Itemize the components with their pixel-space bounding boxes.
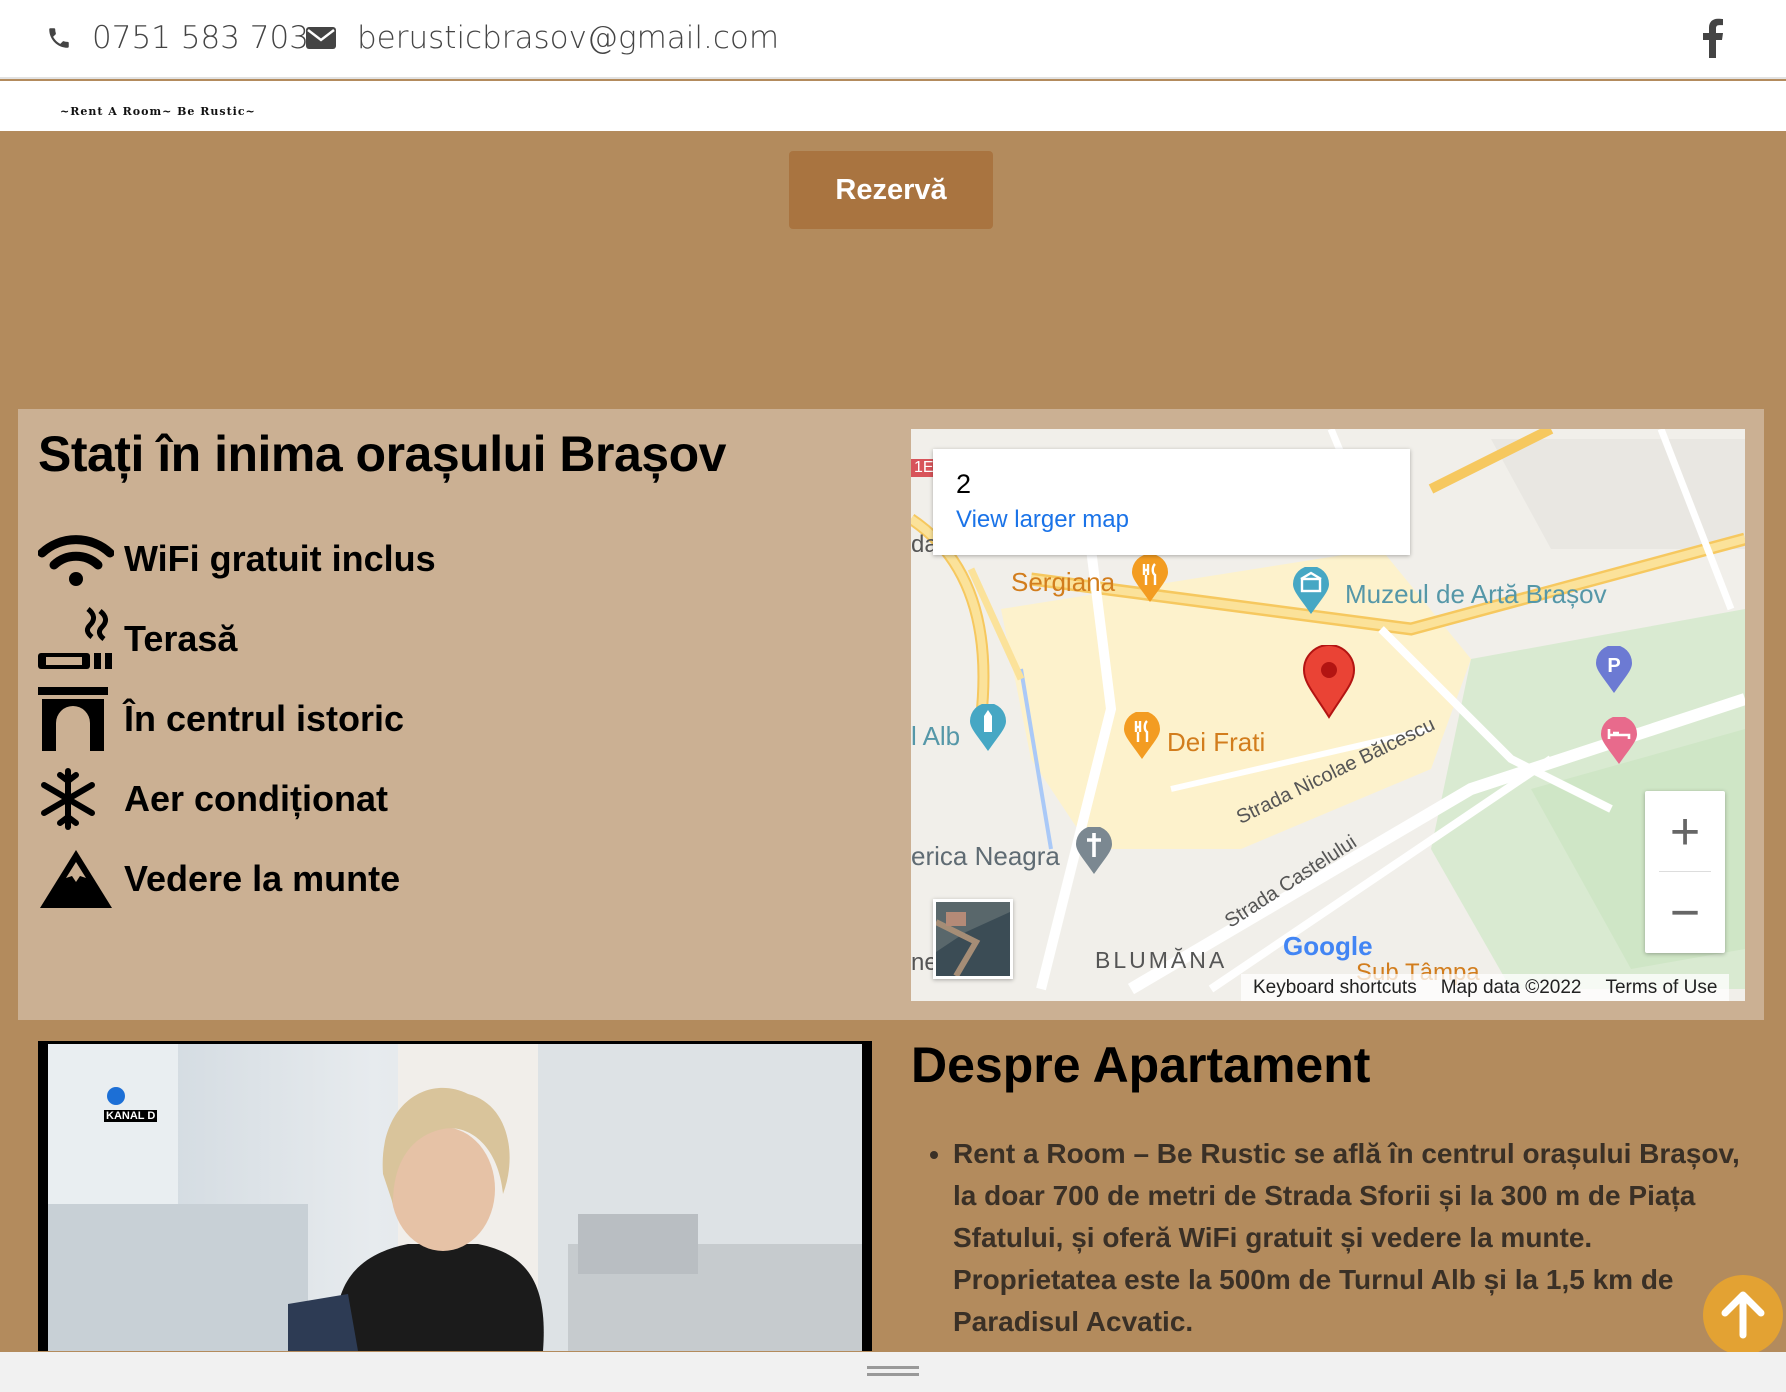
- feature-label: WiFi gratuit inclus: [124, 538, 436, 579]
- map-card-number: 2: [956, 469, 972, 499]
- video-frame[interactable]: KANAL D: [48, 1044, 862, 1351]
- map-label-dei-frati[interactable]: Dei Frati: [1167, 727, 1265, 758]
- map-footer: Keyboard shortcuts Map data ©2022 Terms …: [1241, 974, 1730, 1001]
- phone-icon: [49, 28, 69, 48]
- feature-label: Terasă: [124, 618, 238, 659]
- keyboard-shortcuts-link[interactable]: Keyboard shortcuts: [1241, 977, 1429, 999]
- video-player[interactable]: KANAL D: [38, 1041, 872, 1351]
- restaurant-pin-icon[interactable]: [1122, 712, 1162, 760]
- about-title: Despre Apartament: [911, 1037, 1371, 1093]
- feature-wifi: WiFi gratuit inclus: [38, 521, 436, 597]
- map-zoom-controls: + −: [1645, 791, 1725, 953]
- view-larger-map-link[interactable]: View larger map: [956, 506, 1129, 534]
- email-address[interactable]: berusticbrasov@gmail.com: [357, 20, 779, 56]
- map-label-blumana: BLUMĂNA: [1095, 947, 1228, 973]
- map-label-sergiana[interactable]: Sergiana: [1011, 567, 1115, 598]
- features-title: Stați în inima orașului Brașov: [38, 426, 726, 482]
- archway-icon: [38, 681, 116, 757]
- phone-number[interactable]: 0751 583 703: [92, 20, 309, 56]
- satellite-toggle-button[interactable]: [933, 899, 1013, 979]
- svg-text:P: P: [1607, 655, 1620, 677]
- scroll-to-top-button[interactable]: [1703, 1275, 1783, 1355]
- restaurant-pin-icon[interactable]: [1130, 555, 1170, 603]
- channel-logo: KANAL D: [104, 1110, 158, 1122]
- mountain-icon: [38, 841, 116, 917]
- map-label-biserica-neagra[interactable]: erica Neagra: [911, 841, 1060, 872]
- feature-label: În centrul istoric: [124, 698, 405, 739]
- envelope-icon: [306, 27, 336, 49]
- channel-logo-icon: [107, 1087, 125, 1105]
- about-list: Rent a Room – Be Rustic se află în centr…: [953, 1133, 1743, 1343]
- drag-handle-icon[interactable]: [867, 1366, 919, 1376]
- logo-strip: ~Rent A Room~ Be Rustic~: [0, 81, 1786, 131]
- email-contact[interactable]: berusticbrasov@gmail.com: [305, 20, 779, 56]
- satellite-thumbnail-icon: [934, 902, 1010, 978]
- feature-historic-center: În centrul istoric: [38, 681, 404, 757]
- map-data-label: Map data ©2022: [1440, 976, 1582, 998]
- about-paragraph: Rent a Room – Be Rustic se află în centr…: [953, 1133, 1743, 1343]
- map-label-turnul-alb[interactable]: l Alb: [911, 721, 960, 752]
- reserve-button[interactable]: Rezervă: [789, 151, 993, 229]
- video-thumbnail: [48, 1044, 862, 1351]
- hotel-pin-icon[interactable]: [1599, 717, 1639, 765]
- snowflake-icon: [38, 761, 116, 837]
- feature-terrace: Terasă: [38, 601, 237, 677]
- zoom-out-button[interactable]: −: [1645, 872, 1725, 953]
- feature-label: Aer condiționat: [124, 778, 389, 819]
- church-pin-icon[interactable]: [1074, 827, 1114, 875]
- feature-ac: Aer condiționat: [38, 761, 388, 837]
- location-marker-icon[interactable]: [1302, 645, 1356, 719]
- wifi-icon: [38, 521, 116, 597]
- site-logo[interactable]: ~Rent A Room~ Be Rustic~: [60, 105, 256, 118]
- feature-label: Vedere la munte: [124, 858, 401, 899]
- top-bar: 0751 583 703 berusticbrasov@gmail.com: [0, 0, 1786, 79]
- bottom-drag-bar[interactable]: [0, 1352, 1786, 1392]
- smoking-terrace-icon: [38, 601, 116, 677]
- google-logo: Google: [1283, 931, 1373, 961]
- parking-pin-icon[interactable]: P: [1594, 646, 1634, 694]
- landmark-pin-icon[interactable]: [968, 704, 1008, 752]
- zoom-divider: [1659, 871, 1711, 872]
- zoom-in-button[interactable]: +: [1645, 791, 1725, 872]
- embedded-map[interactable]: Sergiana Muzeul de Artă Brașov Dei Frati…: [911, 429, 1745, 1001]
- arrow-up-icon: [1721, 1291, 1765, 1339]
- facebook-icon[interactable]: [1702, 18, 1724, 63]
- museum-pin-icon[interactable]: [1291, 567, 1331, 615]
- map-label-muzeul[interactable]: Muzeul de Artă Brașov: [1345, 579, 1607, 610]
- feature-mountain-view: Vedere la munte: [38, 841, 400, 917]
- phone-contact[interactable]: 0751 583 703: [46, 20, 309, 56]
- terms-of-use-link[interactable]: Terms of Use: [1593, 977, 1729, 999]
- map-info-card: 2 View larger map: [933, 449, 1410, 555]
